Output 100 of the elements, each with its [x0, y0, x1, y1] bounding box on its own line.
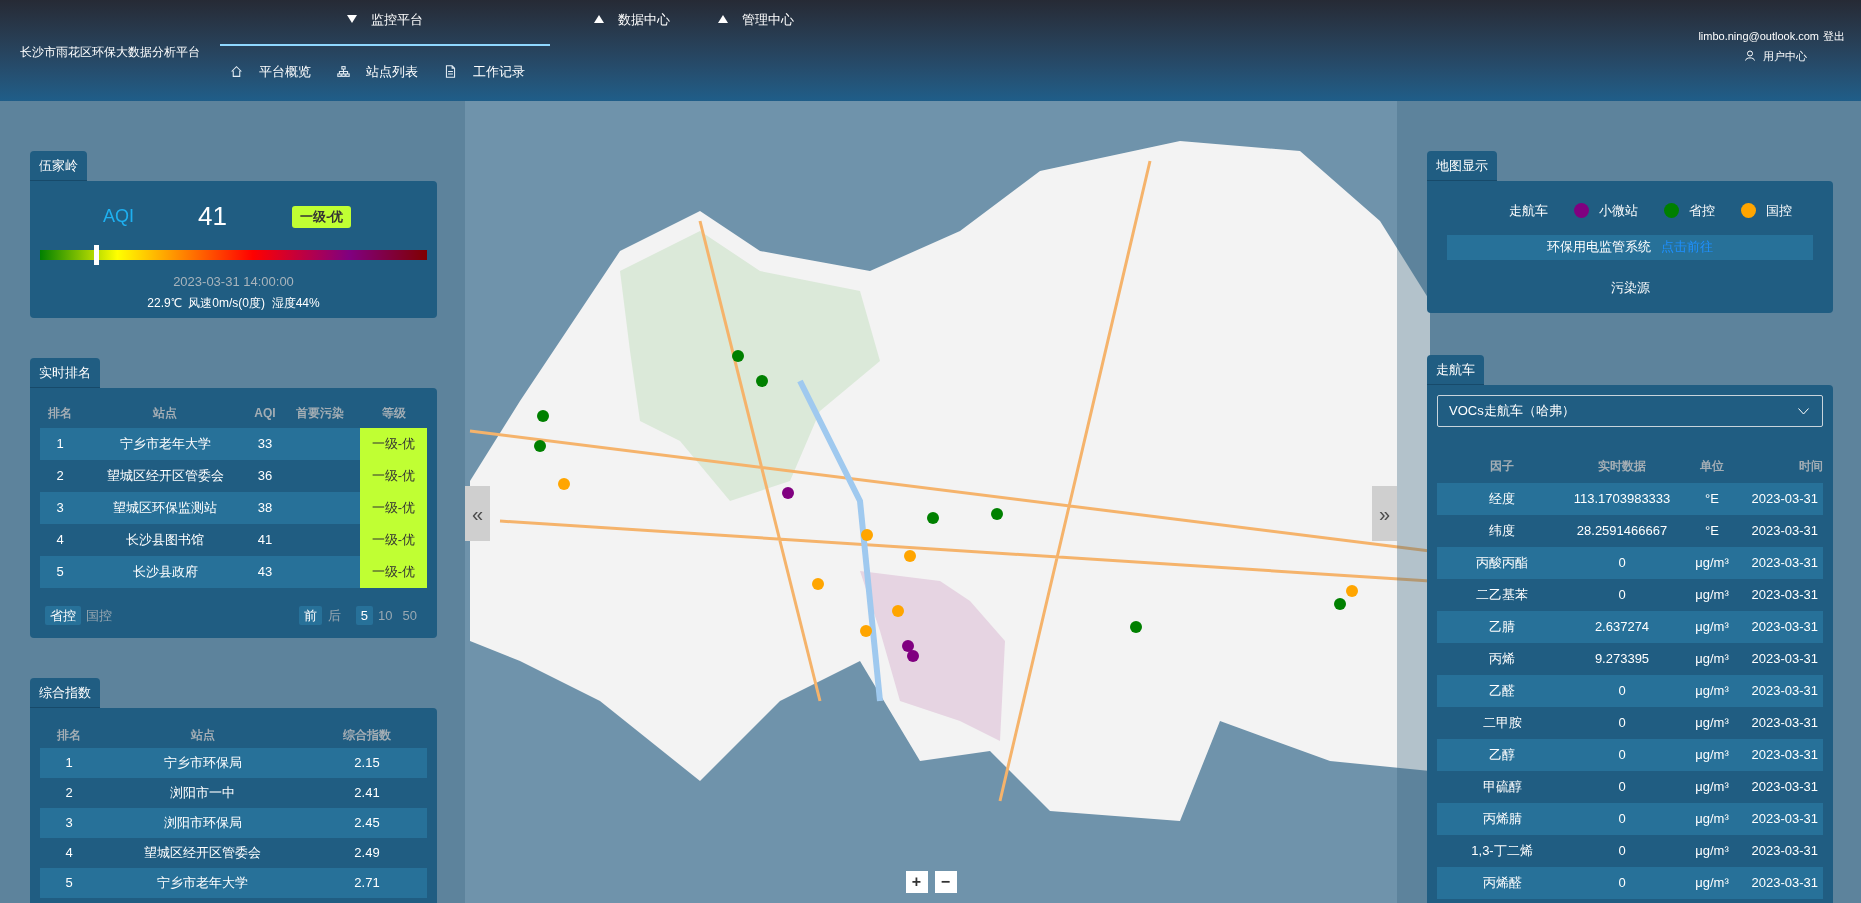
- pager-button[interactable]: 前: [298, 605, 322, 625]
- aqi-cell-text: 38: [256, 499, 274, 518]
- unit-cell-text: °E: [1704, 522, 1720, 541]
- rank-cell-text: 4: [64, 844, 74, 863]
- aqi-value: 41: [198, 200, 228, 233]
- collapse-left-handle[interactable]: «: [465, 486, 490, 541]
- legend-toggle[interactable]: 国控: [1765, 201, 1792, 221]
- factor-cell-text: 乙醛: [1488, 682, 1516, 701]
- subnav-link[interactable]: 站点列表: [366, 62, 418, 82]
- zoom-out-button[interactable]: −: [934, 871, 957, 893]
- time-cell-text: 2023-03-31: [1750, 714, 1819, 733]
- factor-cell-text: 经度: [1488, 490, 1516, 509]
- column-header: 排名: [56, 727, 82, 744]
- nav-tab[interactable]: 管理中心: [714, 0, 798, 46]
- rank-cell-text: 2: [64, 784, 74, 803]
- platform-title: 长沙市雨花区环保大数据分析平台: [19, 43, 201, 61]
- time-cell-text: 2023-03-31: [1750, 522, 1819, 541]
- value-cell-text: 2.637274: [1593, 618, 1651, 637]
- triangle-icon: [594, 15, 604, 23]
- station-cell-text: 望城区经开区管委会: [105, 467, 225, 486]
- rank-cell-text: 4: [55, 531, 65, 550]
- value-cell-text: 0: [1617, 554, 1627, 573]
- factor-cell-text: 乙醇: [1488, 746, 1516, 765]
- unit-cell-text: °E: [1704, 490, 1720, 509]
- factor-cell-text: 纬度: [1488, 522, 1516, 541]
- index-cell-text: 2.49: [353, 844, 381, 863]
- nav-tab[interactable]: 监控平台: [220, 0, 550, 46]
- timestamp: 2023-03-31 14:00:00: [173, 273, 294, 291]
- pollution-source-toggle[interactable]: 污染源: [1610, 277, 1650, 297]
- user-center-link[interactable]: 用户中心: [1763, 47, 1807, 64]
- factor-cell-text: 甲硫醇: [1481, 778, 1523, 797]
- column-header: 因子: [1489, 458, 1515, 475]
- sitemap-icon: [337, 65, 350, 79]
- filter-tab[interactable]: 省控: [45, 605, 81, 625]
- collapse-right-handle[interactable]: »: [1372, 486, 1397, 541]
- aqi-cell-text: 43: [256, 563, 274, 582]
- time-cell-text: 2023-03-31: [1750, 554, 1819, 573]
- factor-cell-text: 乙腈: [1488, 618, 1516, 637]
- time-cell-text: 2023-03-31: [1750, 650, 1819, 669]
- zoom-in-button[interactable]: +: [905, 871, 928, 893]
- subnav-link[interactable]: 平台概览: [259, 62, 311, 82]
- aqi-cell-text: 41: [256, 531, 274, 550]
- unit-cell-text: μg/m³: [1694, 746, 1730, 765]
- triangle-icon: [718, 15, 728, 23]
- time-cell-text: 2023-03-31: [1750, 618, 1819, 637]
- factor-cell-text: 丙烯: [1488, 650, 1516, 669]
- time-cell-text: 2023-03-31: [1750, 490, 1819, 509]
- unit-cell-text: μg/m³: [1694, 650, 1730, 669]
- column-header: 站点: [189, 727, 216, 744]
- column-header: 等级: [380, 405, 407, 422]
- station-cell-text: 浏阳市环保局: [162, 814, 243, 833]
- column-header: 站点: [152, 405, 178, 422]
- factor-cell-text: 二甲胺: [1481, 714, 1523, 733]
- page-size-option[interactable]: 5: [355, 605, 374, 625]
- column-header: AQI: [253, 405, 277, 422]
- station-cell-text: 望城区经开区管委会: [143, 844, 262, 863]
- factor-cell-text: 1,3-丁二烯: [1470, 842, 1534, 861]
- grade-cell: 一级-优: [360, 428, 427, 460]
- value-cell-text: 0: [1617, 714, 1627, 733]
- legend-toggle[interactable]: 走航车: [1508, 201, 1548, 221]
- unit-cell-text: μg/m³: [1694, 778, 1730, 797]
- logout-link[interactable]: 登出: [1823, 28, 1845, 45]
- legend-toggle[interactable]: 省控: [1688, 201, 1715, 221]
- station-cell-text: 长沙县政府: [131, 563, 199, 582]
- file-icon: [444, 65, 457, 79]
- time-cell-text: 2023-03-31: [1750, 842, 1819, 861]
- station-cell-text: 望城区环保监测站: [112, 499, 218, 518]
- unit-cell-text: μg/m³: [1694, 874, 1730, 893]
- factor-cell-text: 丙酸丙酯: [1475, 554, 1529, 573]
- value-cell-text: 0: [1617, 842, 1627, 861]
- time-cell-text: 2023-03-31: [1750, 810, 1819, 829]
- unit-cell-text: μg/m³: [1694, 842, 1730, 861]
- nav-tab[interactable]: 数据中心: [590, 0, 674, 46]
- home-icon: [230, 65, 243, 79]
- rank-cell-text: 3: [64, 814, 74, 833]
- value-cell-text: 28.2591466667: [1575, 522, 1669, 541]
- unit-cell-text: μg/m³: [1694, 714, 1730, 733]
- index-cell-text: 2.15: [353, 754, 381, 773]
- subnav-link[interactable]: 工作记录: [473, 62, 525, 82]
- index-cell-text: 2.41: [353, 784, 381, 803]
- column-header: 首要污染: [295, 405, 345, 422]
- rank-cell-text: 5: [64, 874, 74, 893]
- triangle-icon: [347, 15, 357, 23]
- station-cell-text: 长沙县图书馆: [125, 531, 205, 550]
- grade-cell: 一级-优: [360, 460, 427, 492]
- value-cell-text: 113.1703983333: [1572, 490, 1672, 509]
- unit-cell-text: μg/m³: [1694, 682, 1730, 701]
- legend-toggle[interactable]: 小微站: [1598, 201, 1638, 221]
- vehicle-select[interactable]: VOCs走航车（哈弗）: [1437, 395, 1823, 427]
- column-header: 时间: [1798, 458, 1823, 475]
- rank-cell-text: 2: [55, 467, 65, 486]
- column-header: 综合指数: [342, 727, 392, 744]
- factor-cell-text: 二乙基苯: [1475, 586, 1529, 605]
- value-cell-text: 0: [1617, 810, 1627, 829]
- station-cell-text: 宁乡市老年大学: [118, 435, 212, 454]
- unit-cell-text: μg/m³: [1694, 618, 1730, 637]
- time-cell-text: 2023-03-31: [1750, 746, 1819, 765]
- column-header: 单位: [1699, 458, 1725, 475]
- index-cell-text: 2.45: [353, 814, 381, 833]
- time-cell-text: 2023-03-31: [1750, 874, 1819, 893]
